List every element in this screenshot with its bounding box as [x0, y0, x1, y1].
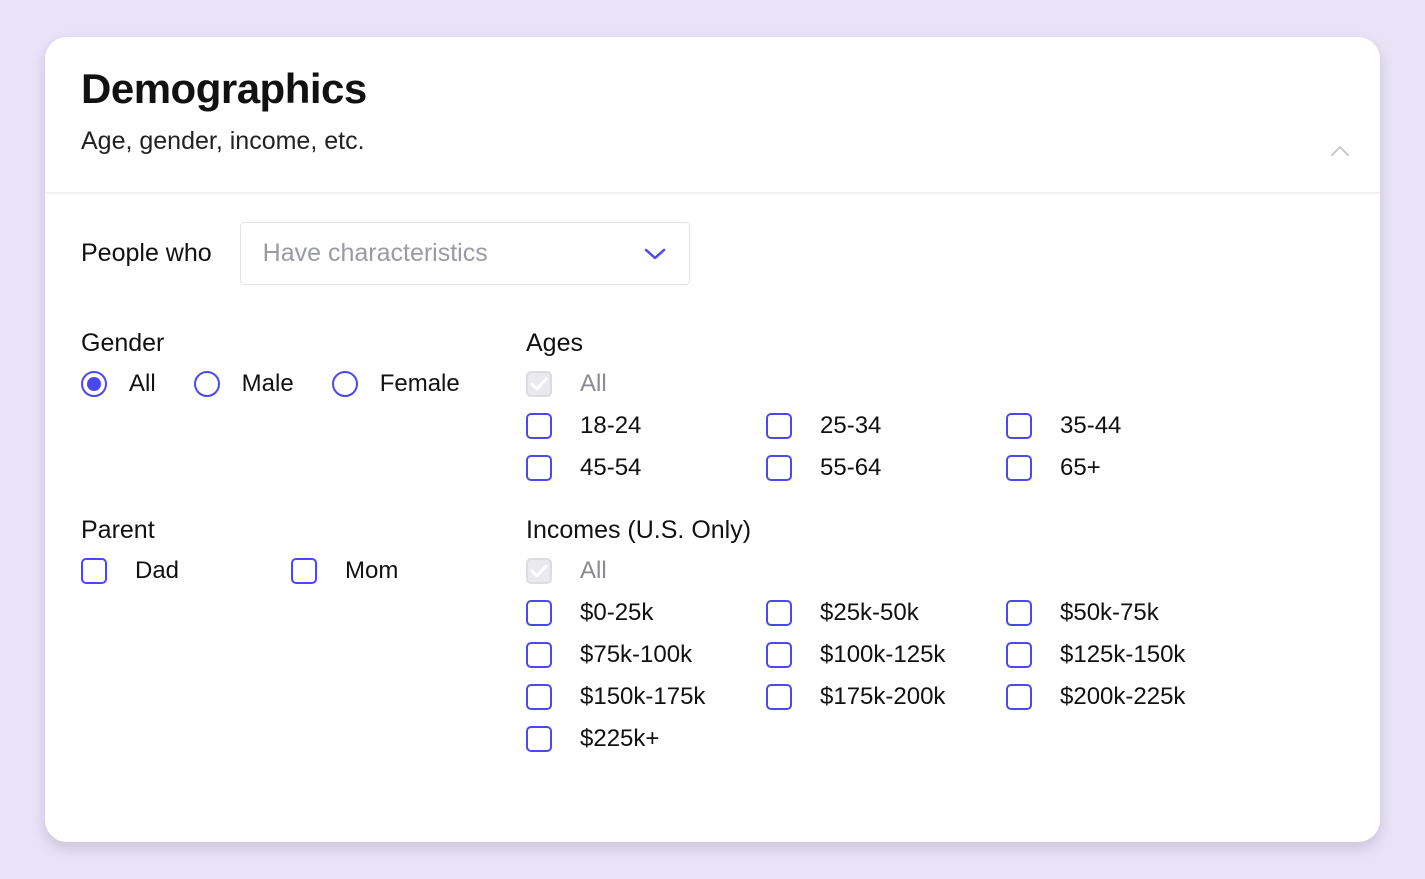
checkbox-label: $150k-175k	[580, 683, 705, 711]
incomes-all-item: All	[526, 557, 1246, 585]
ages-item: 25-34	[766, 412, 1006, 440]
ages-checkbox[interactable]	[1006, 413, 1032, 439]
checkbox-label: 25-34	[820, 412, 881, 440]
checkbox-label: $0-25k	[580, 599, 653, 627]
checkbox-label: Dad	[135, 557, 179, 585]
filter-row: People who Have characteristics	[81, 222, 1344, 285]
ages-section: Ages All 18-24 25-34	[526, 329, 1344, 482]
checkbox-label: $175k-200k	[820, 683, 945, 711]
checkbox-label: Mom	[345, 557, 398, 585]
ages-checkbox[interactable]	[766, 455, 792, 481]
incomes-item: $0-25k	[526, 599, 766, 627]
chevron-down-icon	[643, 247, 667, 261]
card-header: Demographics Age, gender, income, etc.	[45, 37, 1380, 194]
parent-item: Mom	[291, 557, 501, 585]
checkbox-label: 18-24	[580, 412, 641, 440]
incomes-item: $150k-175k	[526, 683, 766, 711]
ages-item: 18-24	[526, 412, 766, 440]
gender-radio-female[interactable]	[332, 371, 358, 397]
incomes-checkbox-all	[526, 558, 552, 584]
parent-checkbox-dad[interactable]	[81, 558, 107, 584]
incomes-checkbox[interactable]	[526, 642, 552, 668]
incomes-checkbox[interactable]	[766, 684, 792, 710]
gender-section: Gender All Male Female	[81, 329, 526, 482]
incomes-item: $225k+	[526, 725, 766, 753]
card-body: People who Have characteristics Gender A…	[45, 194, 1380, 789]
incomes-checkbox[interactable]	[1006, 642, 1032, 668]
incomes-section-label: Incomes (U.S. Only)	[526, 516, 1344, 545]
gender-radio-label: Male	[242, 370, 294, 398]
incomes-checkbox[interactable]	[1006, 684, 1032, 710]
checkbox-label: $50k-75k	[1060, 599, 1159, 627]
card-subtitle: Age, gender, income, etc.	[81, 127, 1344, 156]
incomes-checkbox[interactable]	[766, 642, 792, 668]
incomes-checkbox[interactable]	[526, 726, 552, 752]
incomes-item: $75k-100k	[526, 641, 766, 669]
chevron-up-icon	[1330, 145, 1350, 157]
incomes-item: $175k-200k	[766, 683, 1006, 711]
ages-item: 65+	[1006, 454, 1246, 482]
incomes-checkbox[interactable]	[526, 600, 552, 626]
parent-section-label: Parent	[81, 516, 526, 545]
parent-checkbox-mom[interactable]	[291, 558, 317, 584]
checkbox-label: 45-54	[580, 454, 641, 482]
ages-item: 55-64	[766, 454, 1006, 482]
gender-radio-label: Female	[380, 370, 460, 398]
filter-label: People who	[81, 239, 212, 268]
ages-checkbox[interactable]	[766, 413, 792, 439]
checkbox-label: $225k+	[580, 725, 659, 753]
incomes-item: $25k-50k	[766, 599, 1006, 627]
ages-item: 45-54	[526, 454, 766, 482]
incomes-checkbox[interactable]	[1006, 600, 1032, 626]
checkbox-label: $100k-125k	[820, 641, 945, 669]
incomes-item: $200k-225k	[1006, 683, 1246, 711]
demographics-card: Demographics Age, gender, income, etc. P…	[45, 37, 1380, 842]
parent-item: Dad	[81, 557, 291, 585]
checkbox-label: 35-44	[1060, 412, 1121, 440]
ages-checkbox[interactable]	[1006, 455, 1032, 481]
ages-item: 35-44	[1006, 412, 1246, 440]
ages-section-label: Ages	[526, 329, 1344, 358]
ages-checkbox-all	[526, 371, 552, 397]
checkbox-label: $75k-100k	[580, 641, 692, 669]
incomes-item: $125k-150k	[1006, 641, 1246, 669]
characteristics-select[interactable]: Have characteristics	[240, 222, 690, 285]
checkbox-label: $125k-150k	[1060, 641, 1185, 669]
gender-radio-male[interactable]	[194, 371, 220, 397]
checkbox-label: 55-64	[820, 454, 881, 482]
card-title: Demographics	[81, 65, 1344, 113]
checkbox-label: $25k-50k	[820, 599, 919, 627]
incomes-checkbox[interactable]	[526, 684, 552, 710]
gender-section-label: Gender	[81, 329, 526, 358]
parent-section: Parent Dad Mom	[81, 516, 526, 753]
gender-radio-group: All Male Female	[81, 370, 526, 398]
incomes-item: $50k-75k	[1006, 599, 1246, 627]
checkbox-label: All	[580, 557, 607, 585]
collapse-toggle[interactable]	[1330, 145, 1350, 157]
checkbox-label: All	[580, 370, 607, 398]
ages-checkbox[interactable]	[526, 455, 552, 481]
checkbox-label: $200k-225k	[1060, 683, 1185, 711]
select-placeholder: Have characteristics	[263, 239, 488, 268]
incomes-item: $100k-125k	[766, 641, 1006, 669]
incomes-section: Incomes (U.S. Only) All $0-25k $2	[526, 516, 1344, 753]
checkbox-label: 65+	[1060, 454, 1101, 482]
incomes-checkbox[interactable]	[766, 600, 792, 626]
ages-all-item: All	[526, 370, 1246, 398]
gender-radio-all[interactable]	[81, 371, 107, 397]
gender-radio-label: All	[129, 370, 156, 398]
ages-checkbox[interactable]	[526, 413, 552, 439]
